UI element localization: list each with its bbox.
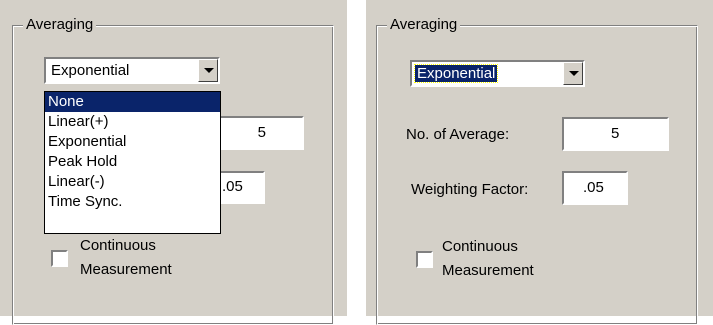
dropdown-option-exponential[interactable]: Exponential	[45, 132, 220, 152]
averaging-group-title: Averaging	[387, 15, 461, 35]
averaging-group-title: Averaging	[23, 15, 97, 35]
averaging-mode-selected: Exponential	[51, 62, 130, 79]
averaging-mode-combobox[interactable]: Exponential	[44, 57, 220, 84]
continuous-measurement-checkbox[interactable]	[416, 251, 433, 268]
combobox-dropdown-button[interactable]	[563, 62, 583, 85]
no-of-average-value: 5	[257, 124, 266, 141]
averaging-panel-dropdown-open: Averaging 5 .05 Exponential None Linear(…	[0, 0, 347, 325]
chevron-down-icon	[569, 71, 579, 76]
averaging-mode-combobox[interactable]: Exponential	[410, 60, 585, 87]
continuous-label-line1: Continuous	[80, 237, 156, 254]
dropdown-option-peak-hold[interactable]: Peak Hold	[45, 152, 220, 172]
averaging-panel-closed: Averaging Exponential No. of Average: 5 …	[366, 0, 713, 325]
combobox-dropdown-button[interactable]	[198, 59, 218, 82]
no-of-average-value: 5	[611, 125, 620, 142]
weighting-factor-label: Weighting Factor:	[411, 181, 529, 198]
weighting-factor-field[interactable]: .05	[562, 171, 628, 205]
continuous-label-line2: Measurement	[80, 261, 172, 278]
weighting-factor-value: .05	[583, 179, 604, 196]
dropdown-option-linear-plus[interactable]: Linear(+)	[45, 112, 220, 132]
continuous-measurement-checkbox[interactable]	[51, 250, 68, 267]
dropdown-option-time-sync[interactable]: Time Sync.	[45, 192, 220, 212]
averaging-mode-selected: Exponential	[413, 64, 499, 83]
chevron-down-icon	[204, 68, 214, 73]
no-of-average-field[interactable]: 5	[562, 117, 669, 151]
no-of-average-label: No. of Average:	[406, 126, 510, 143]
continuous-label-line2: Measurement	[442, 262, 534, 279]
continuous-label-line1: Continuous	[442, 238, 518, 255]
dropdown-option-linear-minus[interactable]: Linear(-)	[45, 172, 220, 192]
weighting-factor-value: .05	[222, 178, 243, 195]
no-of-average-field[interactable]: 5	[212, 116, 304, 150]
dropdown-option-none[interactable]: None	[45, 92, 220, 112]
averaging-mode-dropdown-list: None Linear(+) Exponential Peak Hold Lin…	[44, 91, 221, 234]
